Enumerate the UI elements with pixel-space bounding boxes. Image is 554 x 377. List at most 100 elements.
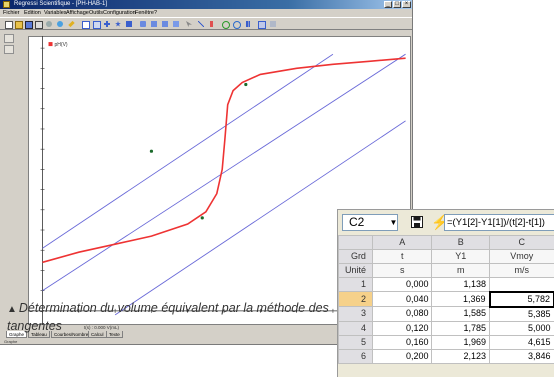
cell-a6[interactable]: 0,200	[372, 349, 432, 363]
print-icon[interactable]	[33, 19, 43, 29]
app-icon	[3, 1, 10, 8]
row-header-1[interactable]: 1	[339, 278, 373, 292]
cell-b-unite[interactable]: m	[432, 264, 490, 278]
plus-icon[interactable]	[102, 19, 112, 29]
chevron-down-icon[interactable]: ▼	[389, 215, 398, 230]
row-header-5[interactable]: 5	[339, 335, 373, 349]
cell-c2-active[interactable]: 5,782	[490, 292, 554, 307]
column-header-c[interactable]: C	[490, 236, 554, 250]
menu-affichage[interactable]: Affichage	[66, 9, 89, 17]
row-header-6[interactable]: 6	[339, 349, 373, 363]
x-axis-icon[interactable]	[4, 45, 14, 54]
save-icon[interactable]	[411, 216, 423, 228]
cell-reference-box[interactable]: C2 ▼	[342, 214, 398, 231]
column-header-b[interactable]: B	[432, 236, 490, 250]
maximize-button[interactable]: □	[393, 1, 401, 8]
cell-c-grd[interactable]: Vmoy	[490, 250, 554, 264]
cell-reference-value: C2	[349, 215, 364, 230]
close-button[interactable]: ×	[402, 1, 411, 8]
zoom-fit-icon[interactable]	[160, 19, 170, 29]
table-row: Grd t Y1 Vmoy	[339, 250, 554, 264]
cell-c3[interactable]: 5,385	[490, 307, 554, 322]
new-file-icon[interactable]	[3, 19, 13, 29]
cell-a5[interactable]: 0,160	[372, 335, 432, 349]
row-header-4[interactable]: 4	[339, 321, 373, 335]
pencil-icon[interactable]	[68, 19, 78, 29]
cell-c1[interactable]	[490, 278, 554, 292]
cell-a-grd[interactable]: t	[372, 250, 432, 264]
zoom-out-icon[interactable]	[149, 19, 159, 29]
cell-a4[interactable]: 0,120	[372, 321, 432, 335]
table-row: 4 0,120 1,785 5,000	[339, 321, 554, 335]
tangent-icon[interactable]	[196, 19, 206, 29]
table-row: Unité s m m/s	[339, 264, 554, 278]
row-header-grd[interactable]: Grd	[339, 250, 373, 264]
star-icon[interactable]	[113, 19, 123, 29]
save-icon[interactable]	[23, 19, 33, 29]
cell-a2[interactable]: 0,040	[372, 292, 432, 307]
menu-configuration[interactable]: Configuration	[103, 9, 136, 17]
circle-blue-icon[interactable]	[231, 19, 241, 29]
column-header-a[interactable]: A	[372, 236, 432, 250]
globe-icon[interactable]	[55, 19, 65, 29]
left-toolbar	[2, 34, 18, 74]
table-row: 1 0,000 1,138	[339, 278, 554, 292]
menu-variables[interactable]: Variables	[44, 9, 67, 17]
y-axis-icon[interactable]	[4, 34, 14, 43]
cell-c4[interactable]: 5,000	[490, 321, 554, 335]
cell-b4[interactable]: 1,785	[432, 321, 490, 335]
row-header-unite[interactable]: Unité	[339, 264, 373, 278]
cell-b6[interactable]: 2,123	[432, 349, 490, 363]
settings-icon[interactable]	[268, 19, 278, 29]
bar-chart-icon[interactable]	[244, 19, 254, 29]
cell-a1[interactable]: 0,000	[372, 278, 432, 292]
lambda-icon[interactable]	[208, 19, 218, 29]
menu-fenetre[interactable]: Fenêtre	[135, 9, 154, 17]
chart-icon[interactable]	[124, 19, 134, 29]
cell-b5[interactable]: 1,969	[432, 335, 490, 349]
cell-a3[interactable]: 0,080	[372, 307, 432, 322]
cell-b3[interactable]: 1,585	[432, 307, 490, 322]
cell-c6[interactable]: 3,846	[490, 349, 554, 363]
legend-label: pH(V)	[55, 42, 68, 48]
window-title: Regressi Scientifique - [PH-HAB-1]	[14, 0, 107, 9]
corner-cell[interactable]	[339, 236, 373, 250]
row-header-2[interactable]: 2	[339, 292, 373, 307]
data-grid: A B C Grd t Y1 Vmoy Unité s m m/s 1 0,00…	[338, 235, 554, 364]
menu-edition[interactable]: Edition	[24, 9, 41, 17]
menu-bar: Fichier Edition Variables Affichage Outi…	[0, 9, 412, 17]
grid-icon[interactable]	[91, 19, 101, 29]
table-row: 2 0,040 1,369 5,782	[339, 292, 554, 307]
toolbar	[0, 17, 412, 30]
title-bar: Regressi Scientifique - [PH-HAB-1] _ □ ×	[0, 0, 412, 9]
gear-icon[interactable]	[44, 19, 54, 29]
open-folder-icon[interactable]	[13, 19, 23, 29]
minimize-button[interactable]: _	[384, 1, 392, 8]
cell-b1[interactable]: 1,138	[432, 278, 490, 292]
caption-text: Détermination du volume équivalent par l…	[7, 301, 329, 333]
cell-c5[interactable]: 4,615	[490, 335, 554, 349]
cell-a-unite[interactable]: s	[372, 264, 432, 278]
table-row: 5 0,160 1,969 4,615	[339, 335, 554, 349]
formula-bar[interactable]: =(Y1[2]-Y1[1])/(t[2]-t[1])	[444, 214, 554, 231]
menu-fichier[interactable]: Fichier	[3, 9, 20, 17]
data-point	[150, 150, 153, 153]
circle-green-icon[interactable]	[220, 19, 230, 29]
figure-caption: ▲Détermination du volume équivalent par …	[7, 300, 335, 334]
cell-b-grd[interactable]: Y1	[432, 250, 490, 264]
window-icon[interactable]	[171, 19, 181, 29]
triangle-icon: ▲	[7, 304, 17, 315]
table-icon[interactable]	[80, 19, 90, 29]
export-icon[interactable]	[256, 19, 266, 29]
table-row: 3 0,080 1,585 5,385	[339, 307, 554, 322]
cell-c-unite[interactable]: m/s	[490, 264, 554, 278]
data-point	[244, 83, 247, 86]
zoom-icon[interactable]	[138, 19, 148, 29]
cursor-icon[interactable]	[184, 19, 194, 29]
table-row: 6 0,200 2,123 3,846	[339, 349, 554, 363]
menu-outils[interactable]: Outils	[89, 9, 103, 17]
row-header-3[interactable]: 3	[339, 307, 373, 322]
cell-b2[interactable]: 1,369	[432, 292, 490, 307]
status-bar-text: Graphe	[4, 339, 17, 344]
menu-help[interactable]: ?	[154, 9, 157, 17]
